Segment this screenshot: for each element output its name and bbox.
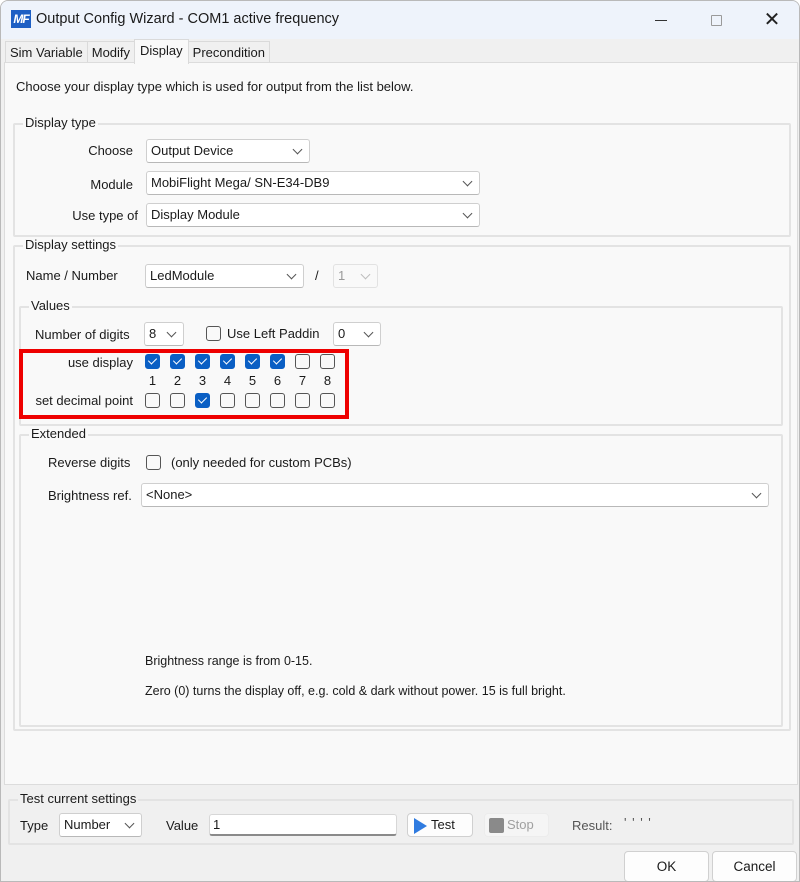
module-select[interactable]: MobiFlight Mega/ SN-E34-DB9 [146,171,480,195]
chevron-down-icon [363,327,374,338]
chevron-down-icon [286,269,297,280]
test-settings-title: Test current settings [18,791,139,807]
left-padding-label: Use Left Paddin [227,326,320,341]
window-title: Output Config Wizard - COM1 active frequ… [36,11,340,27]
brightness-ref-value: <None> [146,487,193,502]
maximize-button[interactable] [693,1,739,39]
padding-char-value: 0 [338,326,346,341]
tab-precondition[interactable]: Precondition [187,41,270,63]
number-select: 1 [333,264,378,288]
title-bar: MF Output Config Wizard - COM1 active fr… [1,1,799,39]
stop-button-label: Stop [507,817,534,832]
use-type-select[interactable]: Display Module [146,203,480,227]
chevron-down-icon [360,269,371,280]
brightness-ref-select[interactable]: <None> [141,483,769,507]
tab-sim-variable[interactable]: Sim Variable [5,41,88,63]
chevron-down-icon [751,488,762,499]
display-tab-page: Choose your display type which is used f… [4,62,798,785]
digit-selection-highlight [19,349,349,419]
name-value: LedModule [150,268,215,283]
chevron-down-icon [166,327,177,338]
choose-select[interactable]: Output Device [146,139,310,163]
number-of-digits-select[interactable]: 8 [144,322,184,346]
result-label: Result: [572,818,613,833]
close-icon: ✕ [763,9,781,31]
tab-modify[interactable]: Modify [86,41,136,63]
minimize-button[interactable] [638,1,684,39]
intro-text: Choose your display type which is used f… [16,79,414,94]
chevron-down-icon [292,144,303,155]
stop-icon [489,818,504,833]
module-label: Module [90,177,133,192]
test-type-value: Number [64,817,111,832]
brightness-ref-label: Brightness ref. [48,488,132,503]
chevron-down-icon [462,176,473,187]
tab-display[interactable]: Display [134,39,189,64]
values-title: Values [29,298,72,314]
mobiflight-app-icon: MF [11,10,31,28]
test-type-select[interactable]: Number [59,813,142,837]
test-value-input[interactable]: 1 [209,814,397,836]
padding-char-select[interactable]: 0 [333,322,381,346]
use-type-label: Use type of [72,208,138,223]
reverse-digits-note: (only needed for custom PCBs) [171,455,352,470]
brightness-range-note: Brightness range is from 0-15. [145,654,313,668]
tab-bar: Sim Variable Modify Display Precondition [5,39,270,64]
left-padding-checkbox[interactable] [206,326,221,341]
test-button-label: Test [431,817,455,832]
cancel-button[interactable]: Cancel [712,851,797,881]
extended-title: Extended [29,426,88,442]
maximize-icon [710,14,722,26]
choose-label: Choose [88,143,133,158]
reverse-digits-checkbox[interactable] [146,455,161,470]
stop-button: Stop [484,813,549,837]
ok-button[interactable]: OK [624,851,709,881]
result-value: ' ' ' ' [624,815,652,830]
choose-value: Output Device [151,143,234,158]
module-value: MobiFlight Mega/ SN-E34-DB9 [151,175,330,190]
chevron-down-icon [462,208,473,219]
reverse-digits-label: Reverse digits [48,455,131,470]
number-value: 1 [338,268,346,283]
number-of-digits-value: 8 [149,326,157,341]
use-type-value: Display Module [151,207,240,222]
name-number-separator: / [315,268,319,283]
play-icon [414,818,427,834]
test-value-label: Value [166,818,199,833]
close-button[interactable]: ✕ [749,1,795,39]
name-number-label: Name / Number [26,268,118,283]
test-type-label: Type [20,818,49,833]
display-type-title: Display type [23,115,98,131]
name-select[interactable]: LedModule [145,264,304,288]
number-of-digits-label: Number of digits [35,327,130,342]
brightness-off-note: Zero (0) turns the display off, e.g. col… [145,684,566,698]
test-button[interactable]: Test [407,813,473,837]
display-settings-title: Display settings [23,237,119,253]
minimize-icon [655,19,667,21]
chevron-down-icon [124,818,135,829]
output-config-wizard-window: MF Output Config Wizard - COM1 active fr… [0,0,800,882]
